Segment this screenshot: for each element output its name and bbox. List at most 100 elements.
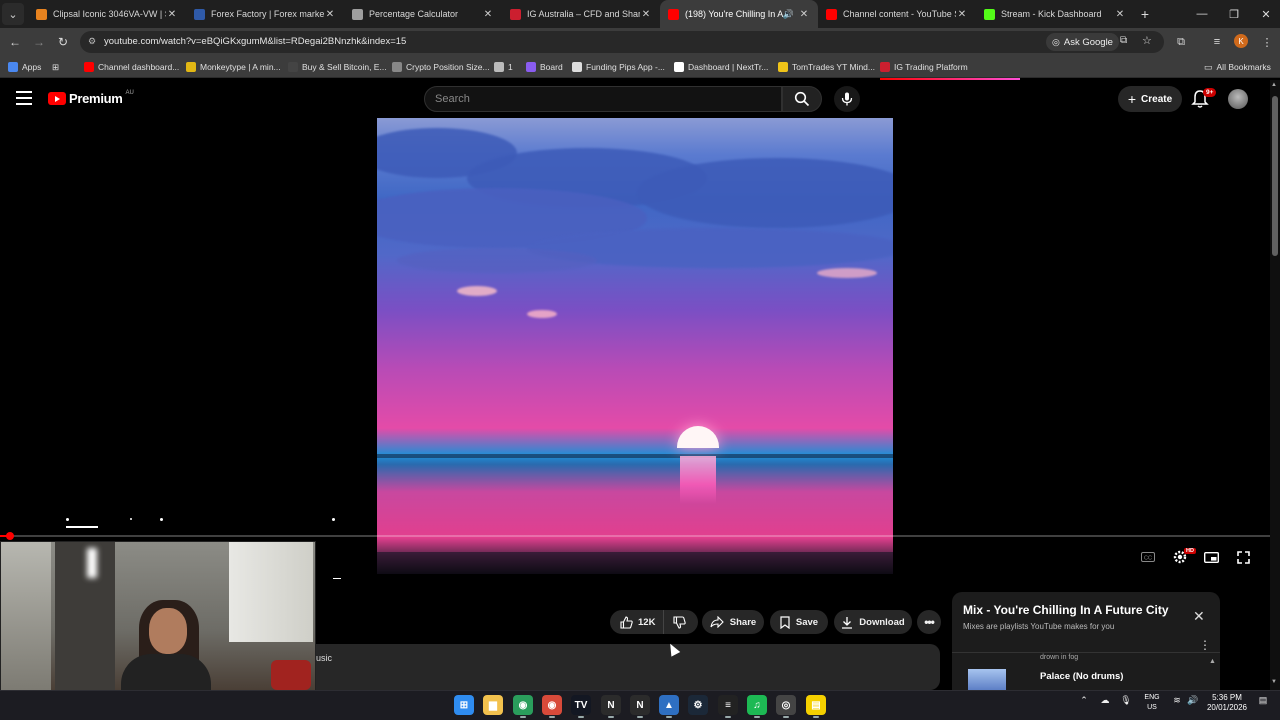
bookmark-item[interactable]: Crypto Position Size... — [392, 60, 490, 74]
obs-icon[interactable]: ◎ — [776, 695, 796, 715]
terminal-icon[interactable]: ≡ — [718, 695, 738, 715]
scroll-up-arrow-icon[interactable]: ▲ — [1271, 82, 1277, 88]
playlist-title[interactable]: Mix - You're Chilling In A Future City — [963, 603, 1169, 617]
tradingview-icon[interactable]: TV — [571, 695, 591, 715]
browser-tab[interactable]: (198) You're Chilling In A Fu🔊 ✕ — [660, 0, 818, 28]
close-window-icon[interactable]: ✕ — [1250, 0, 1280, 28]
show-hidden-icons[interactable]: ⌃ — [1078, 695, 1090, 706]
browser-tab[interactable]: Clipsal Iconic 3046VA-VW | Swi✕ — [28, 0, 186, 28]
close-playlist-icon[interactable]: ✕ — [1193, 608, 1205, 625]
file-explorer-icon[interactable]: ▆ — [483, 695, 503, 715]
ask-google-button[interactable]: ◎ Ask Google — [1046, 33, 1119, 51]
search-button[interactable] — [782, 86, 822, 112]
back-icon[interactable]: ← — [6, 33, 24, 51]
fullscreen-icon[interactable] — [1233, 548, 1253, 566]
like-button[interactable]: 12K — [610, 610, 665, 634]
close-tab-icon[interactable]: ✕ — [640, 9, 652, 20]
forward-icon[interactable]: → — [30, 33, 48, 51]
close-tab-icon[interactable]: ✕ — [324, 9, 336, 20]
share-button[interactable]: Share — [702, 610, 764, 634]
dislike-button[interactable] — [664, 610, 695, 634]
apps-grid-icon[interactable]: ⊞ — [52, 60, 59, 74]
close-tab-icon[interactable]: ✕ — [1114, 9, 1126, 20]
browser-menu-icon[interactable]: ⋮ — [1258, 33, 1276, 51]
bookmark-item[interactable]: Buy & Sell Bitcoin, E... — [288, 60, 387, 74]
tab-search-button[interactable]: ⌄ — [2, 3, 24, 25]
steam-icon[interactable]: ⚙ — [688, 695, 708, 715]
browser-tab[interactable]: Percentage Calculator ✕ — [344, 0, 502, 28]
install-app-icon[interactable]: ⧉ — [1120, 35, 1127, 46]
chrome-icon[interactable]: ◉ — [513, 695, 533, 715]
browser-tab[interactable]: Channel content - YouTube Stu ✕ — [818, 0, 976, 28]
bookmark-item[interactable]: Apps — [8, 60, 41, 74]
bookmark-item[interactable]: Board — [526, 60, 563, 74]
all-bookmarks-button[interactable]: ▭ All Bookmarks — [1204, 60, 1271, 74]
scroll-up-icon[interactable]: ▲ — [1209, 658, 1216, 665]
youtube-premium-logo[interactable]: Premium AU — [48, 90, 134, 106]
create-button[interactable]: + Create — [1118, 86, 1182, 112]
onedrive-icon[interactable]: ☁ — [1098, 695, 1112, 706]
voice-search-button[interactable] — [834, 86, 860, 112]
subtitles-icon[interactable]: CC — [1138, 548, 1158, 566]
spotify-icon[interactable]: ♫ — [747, 695, 767, 715]
more-actions-button[interactable]: ••• — [917, 610, 941, 634]
volume-icon[interactable]: 🔊 — [1186, 695, 1200, 706]
scrubber-handle[interactable] — [6, 532, 14, 540]
save-label: Save — [795, 616, 819, 628]
save-button[interactable]: Save — [770, 610, 828, 634]
restore-icon[interactable]: ❐ — [1218, 0, 1250, 28]
playlist-item-thumbnail[interactable] — [968, 669, 1006, 690]
close-tab-icon[interactable]: ✕ — [798, 9, 810, 20]
address-bar[interactable]: ⚙ youtube.com/watch?v=eBQiGKxgumM&list=R… — [80, 31, 1164, 53]
notion-icon[interactable]: N — [601, 695, 621, 715]
close-tab-icon[interactable]: ✕ — [956, 9, 968, 20]
windows-start-icon[interactable]: ⊞ — [454, 695, 474, 715]
bookmark-item[interactable]: Funding Pips App -... — [572, 60, 665, 74]
bookmark-item[interactable]: Monkeytype | A min... — [186, 60, 281, 74]
scroll-down-arrow-icon[interactable]: ▼ — [1271, 679, 1277, 685]
site-info-icon[interactable]: ⚙ — [88, 36, 96, 47]
extensions-icon[interactable]: ⧉ — [1172, 33, 1190, 51]
tab-audio-icon[interactable]: 🔊 — [783, 9, 794, 20]
language-indicator[interactable]: ENG US — [1140, 693, 1164, 713]
download-button[interactable]: Download — [834, 610, 912, 634]
bookmark-item[interactable]: TomTrades YT Mind... — [778, 60, 875, 74]
progress-bar[interactable] — [0, 535, 1270, 537]
new-tab-button[interactable]: + — [1134, 6, 1156, 22]
scrollbar-thumb[interactable] — [1272, 96, 1278, 256]
close-tab-icon[interactable]: ✕ — [482, 9, 494, 20]
profile-avatar[interactable]: K — [1234, 34, 1248, 48]
svg-text:CC: CC — [1144, 556, 1152, 562]
account-avatar[interactable] — [1228, 89, 1248, 109]
bookmark-item[interactable]: IG Trading Platform — [880, 60, 968, 74]
mic-tray-icon[interactable]: 🎙 — [1120, 695, 1132, 706]
youtube-masthead: Premium AU Search + Create 9+ — [0, 80, 1270, 118]
browser-tab[interactable]: Forex Factory | Forex markets fo✕ — [186, 0, 344, 28]
media-controls-icon[interactable]: ≡ — [1208, 33, 1226, 51]
bookmark-item[interactable]: Channel dashboard... — [84, 60, 179, 74]
wifi-icon[interactable]: ≋ — [1170, 695, 1184, 706]
notification-center-icon[interactable]: ▤ — [1256, 695, 1270, 706]
photos-icon[interactable]: ▲ — [659, 695, 679, 715]
chrome-profile-icon[interactable]: ◉ — [542, 695, 562, 715]
playlist-menu-icon[interactable]: ⋮ — [1199, 638, 1211, 652]
description-box[interactable]: usic — [316, 644, 940, 690]
search-input[interactable]: Search — [424, 86, 782, 112]
reload-icon[interactable]: ↻ — [54, 33, 72, 51]
bookmark-item[interactable]: Dashboard | NextTr... — [674, 60, 768, 74]
close-tab-icon[interactable]: ✕ — [166, 9, 178, 20]
guide-menu-icon[interactable] — [16, 91, 32, 105]
browser-tab[interactable]: Stream - Kick Dashboard ✕ — [976, 0, 1134, 28]
browser-tab[interactable]: IG Australia – CFD and Share Tr✕ — [502, 0, 660, 28]
minimize-icon[interactable]: — — [1186, 0, 1218, 28]
sticky-notes-icon[interactable]: ▤ — [806, 695, 826, 715]
miniplayer-icon[interactable] — [1201, 548, 1221, 566]
tab-favicon-icon — [36, 8, 47, 20]
system-clock[interactable]: 5:36 PM 20/01/2026 — [1204, 693, 1250, 713]
bookmark-label: Funding Pips App -... — [586, 62, 665, 72]
notion-calendar-icon[interactable]: N — [630, 695, 650, 715]
playlist-previous-item[interactable]: drown in fog — [1040, 654, 1078, 661]
playlist-current-item[interactable]: Palace (No drums) — [1040, 671, 1123, 682]
bookmark-star-icon[interactable]: ☆ — [1142, 34, 1152, 47]
bookmark-item[interactable]: 1 — [494, 60, 513, 74]
